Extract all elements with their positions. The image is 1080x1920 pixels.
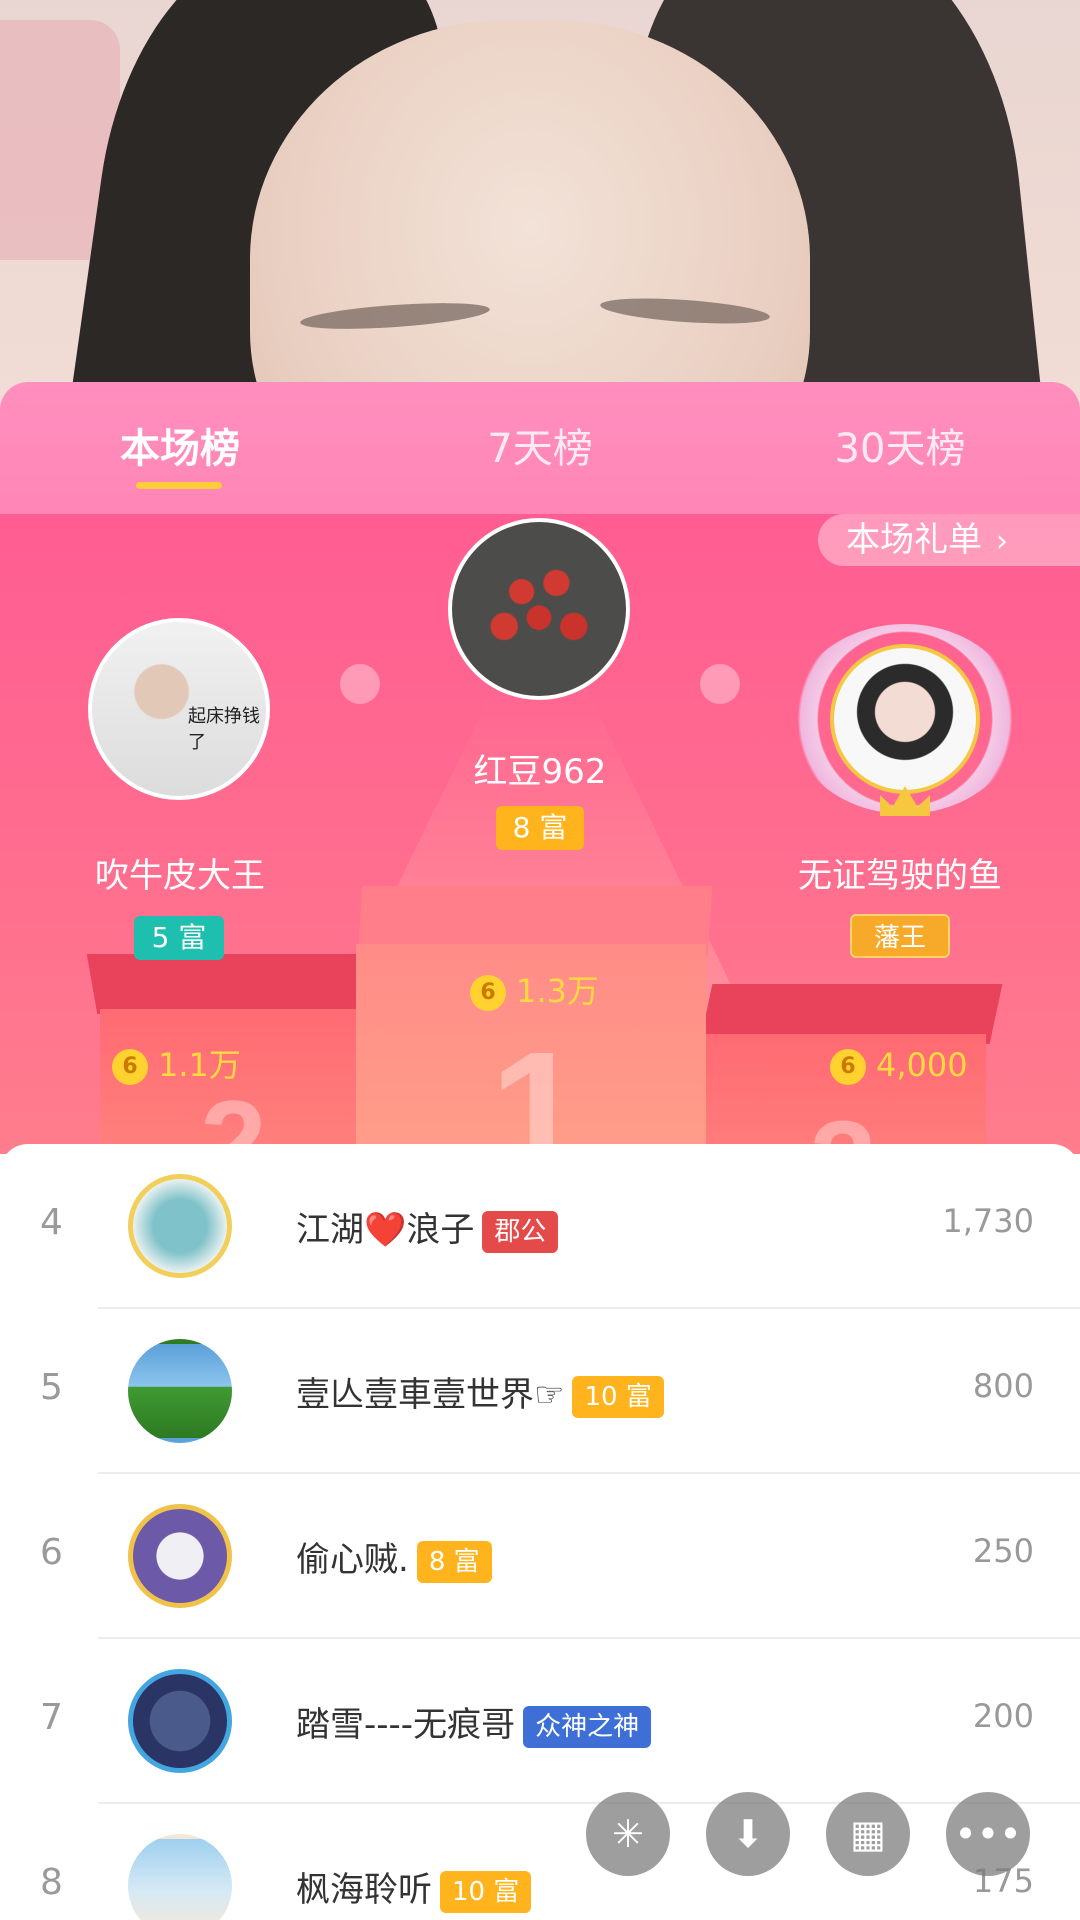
list-item[interactable]: 6 偷心贼. 8 富 250 [0, 1474, 1080, 1639]
wealth-badge-rank-1: 8 富 [496, 806, 584, 850]
username-text: 壹亾壹車壹世界☞ [296, 1375, 565, 1415]
score-rank-2: 6 1.1万 [112, 1040, 241, 1086]
pedestal-1-number: 1 [490, 1017, 585, 1154]
rank-number: 6 [40, 1532, 63, 1573]
chevron-right-icon: › [996, 524, 1008, 559]
contribution-value: 1,730 [942, 1202, 1034, 1240]
download-icon[interactable]: ⬇ [706, 1792, 790, 1876]
tab-current-session[interactable]: 本场榜 [30, 416, 330, 476]
username-rank-1[interactable]: 红豆962 [390, 744, 690, 793]
grid-icon[interactable]: ▦ [826, 1792, 910, 1876]
wealth-badge: 10 富 [440, 1870, 532, 1913]
wealth-badge: 8 富 [416, 1540, 492, 1583]
contribution-value: 800 [972, 1367, 1034, 1405]
coin-icon: 6 [112, 1049, 148, 1085]
coin-icon: 6 [830, 1049, 866, 1085]
username-rank-2[interactable]: 吹牛皮大王 [30, 848, 330, 897]
score-value: 1.1万 [158, 1046, 241, 1084]
score-rank-1: 6 1.3万 [470, 966, 599, 1012]
username[interactable]: 偷心贼. 8 富 [296, 1532, 492, 1583]
avatar-caption: 起床挣钱了 [188, 706, 260, 753]
username[interactable]: 壹亾壹車壹世界☞ 10 富 [296, 1367, 664, 1418]
pedestal-2-top [86, 954, 368, 1014]
score-value: 1.3万 [516, 972, 599, 1010]
username[interactable]: 枫海聆听 10 富 [296, 1862, 532, 1913]
noble-badge-rank-3: 藩王 [850, 914, 950, 958]
ranking-panel: 本场榜 7天榜 30天榜 本场礼单› 1 2 3 红豆962 8 富 61.3万… [0, 382, 1080, 1920]
more-icon[interactable]: ••• [946, 1792, 1030, 1876]
list-item[interactable]: 7 踏雪----无痕哥 众神之神 200 [0, 1639, 1080, 1804]
score-rank-3: 6 4,000 [830, 1046, 968, 1085]
ranking-list: 4 江湖❤️浪子 郡公 1,730 5 壹亾壹車壹世界☞ 10 富 800 6 偷心… [0, 1144, 1080, 1920]
rank-number: 7 [40, 1697, 63, 1738]
list-item[interactable]: 5 壹亾壹車壹世界☞ 10 富 800 [0, 1309, 1080, 1474]
ranking-tabs: 本场榜 7天榜 30天榜 [0, 382, 1080, 514]
score-value: 4,000 [876, 1046, 968, 1084]
list-item[interactable]: 4 江湖❤️浪子 郡公 1,730 [0, 1144, 1080, 1309]
avatar[interactable] [128, 1669, 232, 1773]
rank-number: 4 [40, 1202, 63, 1243]
list-item[interactable]: 8 枫海聆听 10 富 175 [0, 1804, 1080, 1920]
username-rank-3[interactable]: 无证驾驶的鱼 [750, 848, 1050, 897]
coin-icon: 6 [470, 975, 506, 1011]
avatar-rank-1[interactable] [448, 518, 630, 700]
noble-badge: 众神之神 [523, 1705, 652, 1748]
avatar[interactable] [128, 1834, 232, 1920]
wealth-badge-rank-2: 5 富 [134, 916, 224, 960]
gift-list-label: 本场礼单 [846, 520, 982, 560]
active-tab-indicator [136, 482, 222, 489]
share-icon[interactable]: ✳ [586, 1792, 670, 1876]
rank-number: 5 [40, 1367, 63, 1408]
rank-number: 8 [40, 1862, 63, 1903]
username[interactable]: 踏雪----无痕哥 众神之神 [296, 1697, 652, 1748]
live-video-background [0, 0, 1080, 420]
username-text: 枫海聆听 [296, 1870, 432, 1910]
sparkle-decoration [700, 664, 740, 704]
podium-area: 本场礼单› 1 2 3 红豆962 8 富 61.3万 起床挣钱了 吹牛皮大王 … [0, 514, 1080, 1154]
avatar[interactable] [128, 1174, 232, 1278]
wealth-badge: 10 富 [572, 1375, 664, 1418]
username-text: 江湖❤️浪子 [296, 1210, 475, 1250]
contribution-value: 250 [972, 1532, 1034, 1570]
contribution-value: 200 [972, 1697, 1034, 1735]
tab-7-days[interactable]: 7天榜 [390, 416, 690, 476]
avatar[interactable] [128, 1339, 232, 1443]
avatar[interactable] [128, 1504, 232, 1608]
username-text: 踏雪----无痕哥 [296, 1705, 516, 1745]
avatar-rank-3[interactable] [830, 644, 980, 794]
tab-30-days[interactable]: 30天榜 [750, 416, 1050, 476]
username-text: 偷心贼. [296, 1540, 409, 1580]
noble-badge: 郡公 [482, 1210, 559, 1253]
gift-list-button[interactable]: 本场礼单 › [818, 514, 1080, 566]
sparkle-decoration [340, 664, 380, 704]
username[interactable]: 江湖❤️浪子 郡公 [296, 1202, 559, 1253]
avatar-rank-2[interactable]: 起床挣钱了 [88, 618, 270, 800]
pedestal-2-number: 2 [200, 1076, 267, 1154]
